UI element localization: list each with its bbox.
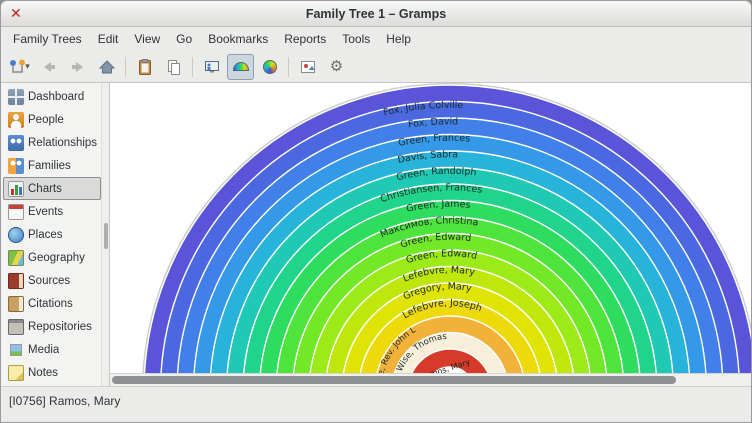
charts-icon	[8, 181, 24, 197]
toolbar-separator	[288, 57, 289, 77]
snapshot-button[interactable]	[294, 54, 321, 80]
media-icon	[8, 342, 24, 358]
geography-icon	[8, 250, 24, 266]
toolbar: ▾	[1, 51, 751, 83]
relationships-icon	[8, 135, 24, 151]
sidebar-item-dashboard[interactable]: Dashboard	[3, 85, 101, 108]
fan-chart[interactable]: Wise, ThomasLefebvre, Rev. John LLefebvr…	[110, 83, 751, 373]
sidebar-scrollbar-thumb[interactable]	[104, 223, 108, 249]
back-button[interactable]	[35, 54, 62, 80]
toolbar-separator	[125, 57, 126, 77]
citations-icon	[8, 296, 24, 312]
sidebar-item-notes[interactable]: Notes	[3, 361, 101, 384]
sidebar-item-places[interactable]: Places	[3, 223, 101, 246]
sidebar-item-citations[interactable]: Citations	[3, 292, 101, 315]
sidebar-item-repositories[interactable]: Repositories	[3, 315, 101, 338]
menu-help[interactable]: Help	[378, 29, 419, 49]
gramps-window: ✕ Family Tree 1 – Gramps Family Trees Ed…	[0, 0, 752, 423]
sidebar-item-media[interactable]: Media	[3, 338, 101, 361]
view-switcher-button[interactable]: ▾	[6, 54, 33, 80]
sidebar-item-relationships[interactable]: Relationships	[3, 131, 101, 154]
sidebar: Dashboard People Relationships Families …	[1, 83, 101, 386]
repositories-icon	[8, 319, 24, 335]
sidebar-item-families[interactable]: Families	[3, 154, 101, 177]
titlebar: ✕ Family Tree 1 – Gramps	[1, 1, 751, 27]
sidebar-item-charts[interactable]: Charts	[3, 177, 101, 200]
copy-icon	[165, 58, 183, 76]
full-fan-chart-button[interactable]	[256, 54, 283, 80]
sidebar-item-sources[interactable]: Sources	[3, 269, 101, 292]
people-icon	[8, 112, 24, 128]
fan-chart-icon	[233, 62, 249, 71]
horizontal-scrollbar[interactable]	[110, 373, 751, 386]
sidebar-item-events[interactable]: Events	[3, 200, 101, 223]
home-button[interactable]	[93, 54, 120, 80]
full-fan-chart-icon	[263, 60, 277, 74]
fan-chart-button[interactable]	[227, 54, 254, 80]
families-icon	[8, 158, 24, 174]
snapshot-icon	[299, 58, 317, 76]
sidebar-item-geography[interactable]: Geography	[3, 246, 101, 269]
events-icon	[8, 204, 24, 220]
horizontal-scrollbar-thumb[interactable]	[112, 376, 676, 384]
home-icon	[98, 58, 116, 76]
back-icon	[40, 58, 58, 76]
forward-button[interactable]	[64, 54, 91, 80]
chevron-down-icon: ▾	[25, 61, 30, 72]
menu-family-trees[interactable]: Family Trees	[5, 29, 90, 49]
status-text: [I0756] Ramos, Mary	[9, 394, 120, 408]
close-icon[interactable]: ✕	[10, 5, 22, 21]
chart-area: Wise, ThomasLefebvre, Rev. John LLefebvr…	[109, 83, 751, 386]
toolbar-separator	[192, 57, 193, 77]
menu-view[interactable]: View	[126, 29, 168, 49]
clipboard-icon	[136, 58, 154, 76]
menu-go[interactable]: Go	[168, 29, 200, 49]
clipboard-button[interactable]	[131, 54, 158, 80]
places-icon	[8, 227, 24, 243]
window-body: Dashboard People Relationships Families …	[1, 83, 751, 386]
menu-tools[interactable]: Tools	[334, 29, 378, 49]
sources-icon	[8, 273, 24, 289]
person-view-icon	[203, 58, 221, 76]
menubar: Family Trees Edit View Go Bookmarks Repo…	[1, 27, 751, 51]
person-view-button[interactable]	[198, 54, 225, 80]
settings-icon: ⚙	[330, 59, 343, 74]
sidebar-scrollbar[interactable]	[101, 83, 109, 386]
menu-bookmarks[interactable]: Bookmarks	[200, 29, 276, 49]
menu-reports[interactable]: Reports	[276, 29, 334, 49]
notes-icon	[8, 365, 24, 381]
window-title: Family Tree 1 – Gramps	[1, 7, 751, 21]
statusbar: [I0756] Ramos, Mary	[1, 386, 751, 422]
menu-edit[interactable]: Edit	[90, 29, 127, 49]
sidebar-item-people[interactable]: People	[3, 108, 101, 131]
copy-button[interactable]	[160, 54, 187, 80]
settings-button[interactable]: ⚙	[323, 54, 350, 80]
forward-icon	[69, 58, 87, 76]
dashboard-icon	[8, 89, 24, 105]
